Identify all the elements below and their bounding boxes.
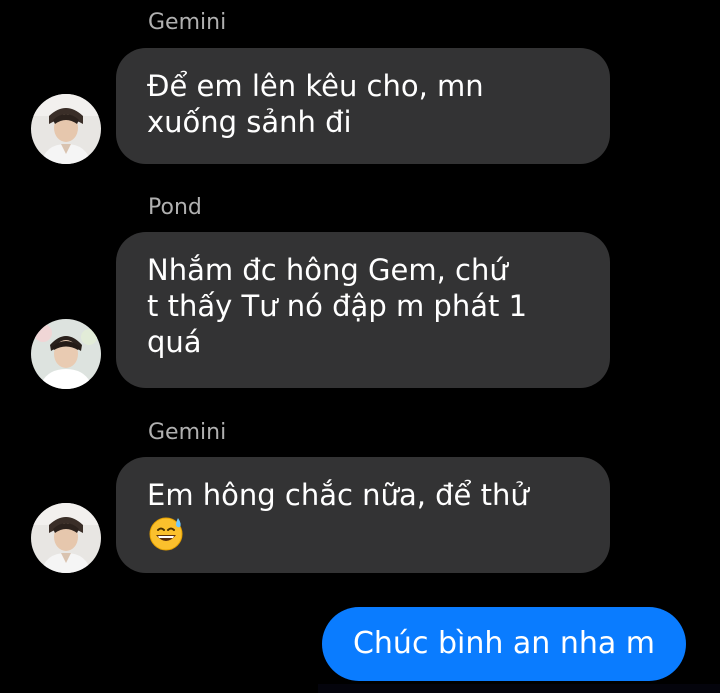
avatar[interactable] xyxy=(31,319,101,389)
gemini-avatar-image xyxy=(31,94,101,164)
avatar[interactable] xyxy=(31,503,101,573)
outgoing-message-text: Chúc bình an nha m xyxy=(352,626,656,661)
message-text-line: Để em lên kêu cho, mn xyxy=(147,69,484,103)
outgoing-message-bubble[interactable]: Chúc bình an nha m xyxy=(322,607,686,681)
gemini-avatar-image xyxy=(31,503,101,573)
pond-avatar-image xyxy=(31,319,101,389)
message-bubble[interactable]: Em hông chắc nữa, để thử xyxy=(116,457,610,573)
message-text-line: Nhắm đc hông Gem, chứ xyxy=(147,253,508,287)
grinning-face-with-sweat-emoji xyxy=(149,517,183,551)
avatar[interactable] xyxy=(31,94,101,164)
sender-name: Pond xyxy=(148,195,202,220)
message-bubble[interactable]: Để em lên kêu cho, mn xuống sảnh đi xyxy=(116,48,610,164)
bottom-edge xyxy=(318,684,720,693)
message-text-line: quá xyxy=(147,325,202,359)
message-text-line: Em hông chắc nữa, để thử xyxy=(147,478,529,512)
message-text-line: t thấy Tư nó đập m phát 1 xyxy=(147,289,528,323)
sender-name: Gemini xyxy=(148,420,227,445)
message-emoji-line xyxy=(147,513,580,552)
message-bubble[interactable]: Nhắm đc hông Gem, chứ t thấy Tư nó đập m… xyxy=(116,232,610,388)
message-text-line: xuống sảnh đi xyxy=(147,105,352,139)
sender-name: Gemini xyxy=(148,10,227,35)
